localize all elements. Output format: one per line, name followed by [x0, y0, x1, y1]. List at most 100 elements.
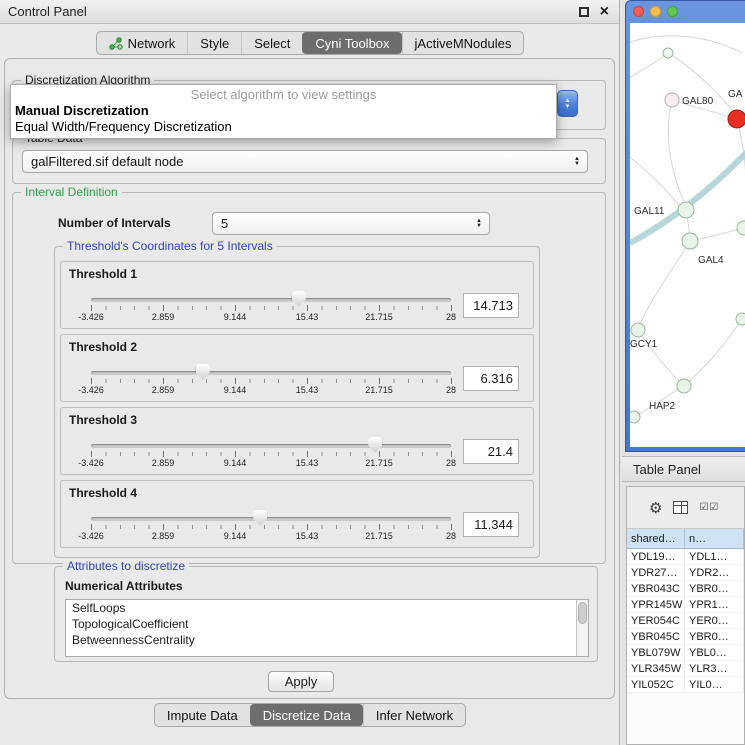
network-edge[interactable]: [684, 322, 740, 386]
algorithm-combobox-button[interactable]: ▲ ▼: [557, 90, 578, 117]
network-node-ga[interactable]: [728, 110, 745, 128]
network-canvas-svg[interactable]: GAL80GAGAL11GAL4GCY1HAP2: [630, 23, 745, 447]
threshold-slider[interactable]: -3.4262.8599.14415.4321.71528: [91, 359, 451, 399]
slider-scale-label: 9.144: [224, 312, 247, 322]
float-window-icon[interactable]: [579, 7, 589, 17]
network-node[interactable]: [630, 411, 640, 423]
network-edge[interactable]: [638, 330, 680, 382]
slider-major-tick: [163, 451, 164, 457]
table-row[interactable]: YDL19…YDL1…: [627, 549, 744, 565]
number-of-intervals-combobox[interactable]: 5 ▲▼: [212, 212, 490, 235]
tab-cyni-toolbox[interactable]: Cyni Toolbox: [302, 32, 401, 54]
slider-ticks: [91, 379, 451, 383]
attribute-list-item[interactable]: SelfLoops: [66, 600, 588, 616]
threshold-slider[interactable]: -3.4262.8599.14415.4321.71528: [91, 505, 451, 545]
slider-scale-label: 21.715: [365, 458, 393, 468]
table-row[interactable]: YLR345WYLR3…: [627, 661, 744, 677]
list-scrollbar-thumb[interactable]: [578, 602, 587, 624]
bottom-tab-group: Impute Data Discretize Data Infer Networ…: [154, 703, 466, 727]
slider-track[interactable]: [91, 517, 451, 521]
tab-infer-network[interactable]: Infer Network: [363, 704, 465, 726]
slider-ticks: [91, 525, 451, 529]
table-row[interactable]: YDR27…YDR2…: [627, 565, 744, 581]
threshold-panel: Threshold 1 -3.4262.8599.14415.4321.7152…: [60, 261, 534, 329]
column-header-shared-name[interactable]: shared…: [627, 529, 685, 548]
attribute-list-item[interactable]: TopologicalCoefficient: [66, 616, 588, 632]
tab-discretize-data[interactable]: Discretize Data: [250, 704, 363, 726]
table-cell: YBL0…: [685, 645, 744, 660]
slider-major-tick: [451, 378, 452, 384]
close-icon[interactable]: ×: [600, 4, 609, 20]
network-node-gal11[interactable]: [678, 202, 694, 218]
slider-track[interactable]: [91, 444, 451, 448]
table-row[interactable]: YIL052CYIL0…: [627, 677, 744, 693]
column-header-name[interactable]: n…: [685, 529, 744, 548]
settings-gear-icon[interactable]: ⚙: [649, 499, 662, 517]
threshold-value[interactable]: 6.316: [463, 366, 519, 391]
network-canvas[interactable]: GAL80GAGAL11GAL4GCY1HAP2: [630, 23, 745, 447]
tab-label: Cyni Toolbox: [315, 36, 389, 51]
table-row[interactable]: YBL079WYBL0…: [627, 645, 744, 661]
network-edge[interactable]: [640, 241, 690, 324]
slider-thumb[interactable]: [253, 510, 267, 526]
threshold-value[interactable]: 11.344: [463, 512, 519, 537]
close-traffic-light[interactable]: [633, 6, 644, 17]
slider-scale-label: 9.144: [224, 385, 247, 395]
network-edge[interactable]: [737, 119, 745, 223]
network-edge[interactable]: [630, 55, 666, 83]
table-row[interactable]: YBR045CYBR0…: [627, 629, 744, 645]
table-cell: YLR3…: [685, 661, 744, 676]
tab-impute-data[interactable]: Impute Data: [155, 704, 250, 726]
apply-button[interactable]: Apply: [268, 671, 334, 692]
network-edge[interactable]: [630, 36, 742, 53]
zoom-traffic-light[interactable]: [667, 6, 678, 17]
popup-option-equal-width-frequency[interactable]: Equal Width/Frequency Discretization: [11, 119, 556, 135]
network-edge[interactable]: [630, 151, 745, 243]
table-cell: YPR1…: [685, 597, 744, 612]
threshold-slider[interactable]: -3.4262.8599.14415.4321.71528: [91, 286, 451, 326]
table-row[interactable]: YER054CYER0…: [627, 613, 744, 629]
slider-thumb[interactable]: [196, 364, 210, 380]
network-node[interactable]: [663, 48, 673, 58]
network-node[interactable]: [737, 221, 745, 235]
popup-option-manual-discretization[interactable]: Manual Discretization: [11, 103, 556, 119]
slider-scale-label: -3.426: [78, 312, 104, 322]
network-node[interactable]: [736, 313, 745, 325]
threshold-value[interactable]: 14.713: [463, 293, 519, 318]
table-cell: YBR043C: [627, 581, 685, 596]
threshold-slider[interactable]: -3.4262.8599.14415.4321.71528: [91, 432, 451, 472]
select-columns-checkbox-icons[interactable]: ☑☑: [699, 502, 719, 513]
threshold-value[interactable]: 21.4: [463, 439, 519, 464]
tab-jactivemnodules[interactable]: jActiveMNodules: [402, 32, 524, 54]
attribute-list-item[interactable]: BetweennessCentrality: [66, 632, 588, 648]
threshold-panel: Threshold 3 -3.4262.8599.14415.4321.7152…: [60, 407, 534, 475]
tab-network[interactable]: Network: [97, 32, 188, 54]
tab-label: Select: [254, 36, 290, 51]
slider-major-tick: [235, 451, 236, 457]
slider-major-tick: [91, 451, 92, 457]
network-node-gcy1[interactable]: [631, 323, 645, 337]
table-row[interactable]: YBR043CYBR0…: [627, 581, 744, 597]
network-node-gal4[interactable]: [682, 233, 698, 249]
tab-label: Impute Data: [167, 708, 238, 723]
network-edge[interactable]: [630, 151, 680, 207]
slider-major-tick: [307, 451, 308, 457]
control-panel-titlebar: Control Panel ×: [0, 0, 619, 24]
slider-thumb[interactable]: [292, 291, 306, 307]
slider-thumb[interactable]: [368, 437, 382, 453]
slider-major-tick: [451, 305, 452, 311]
slider-track[interactable]: [91, 371, 451, 375]
columns-icon[interactable]: [673, 501, 688, 514]
table-row[interactable]: YPR145WYPR1…: [627, 597, 744, 613]
network-node-hap2[interactable]: [677, 379, 691, 393]
control-panel-window: Control Panel × Network Style S: [0, 0, 620, 745]
network-edge[interactable]: [668, 100, 685, 204]
slider-track[interactable]: [91, 298, 451, 302]
list-scrollbar[interactable]: [576, 600, 588, 656]
tab-style[interactable]: Style: [187, 32, 241, 54]
network-node-gal80[interactable]: [665, 93, 679, 107]
minimize-traffic-light[interactable]: [650, 6, 661, 17]
table-cell: YDL1…: [685, 549, 744, 564]
tab-select[interactable]: Select: [241, 32, 302, 54]
table-data-combobox[interactable]: galFiltered.sif default node ▲▼: [22, 150, 588, 173]
